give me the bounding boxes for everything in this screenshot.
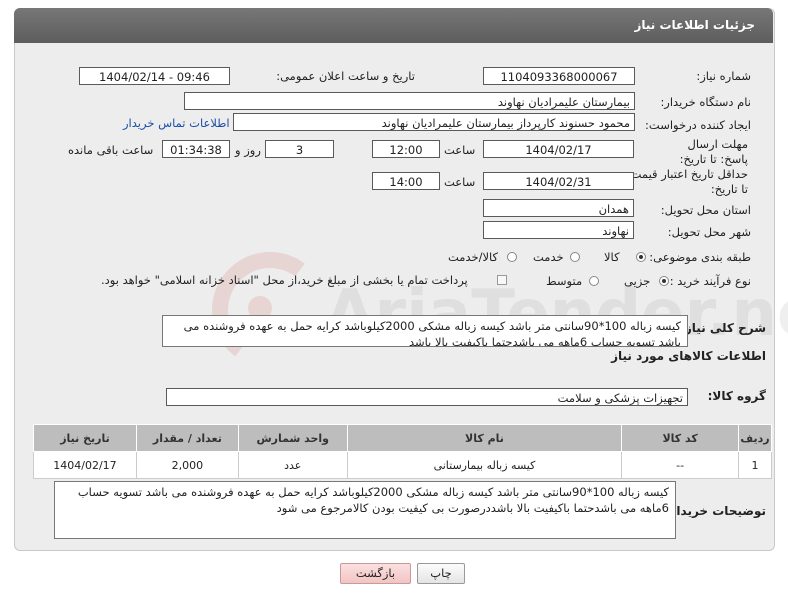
col-unit: واحد شمارش	[237, 424, 348, 452]
need-number-label: شماره نیاز:	[696, 69, 751, 83]
creator-label: ایجاد کننده درخواست:	[645, 118, 751, 132]
col-row: ردیف	[738, 424, 772, 452]
creator-field: محمود حسنوند کارپرداز بیمارستان علیمرادی…	[233, 113, 635, 131]
cell-row: 1	[738, 451, 772, 479]
province-field: همدان	[483, 199, 634, 217]
payment-note: پرداخت تمام یا بخشی از مبلغ خرید،از محل …	[101, 273, 468, 287]
remaining-time-field: 01:34:38	[162, 140, 230, 158]
goods-group-label: گروه کالا:	[707, 389, 766, 403]
deadline-time-field: 12:00	[372, 140, 440, 158]
deadline-time-label: ساعت	[444, 143, 476, 157]
category-radio-goods-service[interactable]	[507, 252, 517, 262]
category-option-goods: کالا	[604, 250, 620, 264]
panel-title: جزئیات اطلاعات نیاز	[634, 18, 755, 32]
announce-field: 1404/02/14 - 09:46	[79, 67, 230, 85]
table-row: 1 -- کیسه زباله بیمارستانی عدد 2,000 140…	[33, 451, 772, 479]
col-code: کد کالا	[621, 424, 740, 452]
validity-time-field: 14:00	[372, 172, 440, 190]
cell-unit: عدد	[237, 451, 348, 479]
cell-code: --	[621, 451, 740, 479]
validity-label: حداقل تاریخ اعتبار قیمت: تا تاریخ:	[626, 167, 748, 196]
city-field: نهاوند	[483, 221, 634, 239]
category-option-service: خدمت	[533, 250, 564, 264]
process-label: نوع فرآیند خرید :	[669, 274, 751, 288]
days-label: روز و	[235, 143, 261, 157]
cell-date: 1404/02/17	[33, 451, 137, 479]
validity-date-field: 1404/02/31	[483, 172, 634, 190]
cell-quantity: 2,000	[135, 451, 239, 479]
col-name: نام کالا	[346, 424, 623, 452]
treasury-checkbox[interactable]	[497, 275, 507, 285]
col-quantity: تعداد / مقدار	[135, 424, 239, 452]
print-button[interactable]: چاپ	[417, 563, 465, 584]
process-radio-partial[interactable]	[659, 276, 669, 286]
panel-header: جزئیات اطلاعات نیاز	[14, 8, 773, 43]
description-textarea[interactable]: کیسه زباله 100*90سانتی متر باشد کیسه زبا…	[162, 315, 688, 347]
table-header-row: ردیف کد کالا نام کالا واحد شمارش تعداد /…	[33, 424, 772, 452]
category-label: طبقه بندی موضوعی:	[649, 250, 751, 264]
category-radio-goods[interactable]	[636, 252, 646, 262]
category-option-goods-service: کالا/خدمت	[448, 250, 499, 264]
province-label: استان محل تحویل:	[660, 203, 751, 217]
goods-section-title: اطلاعات کالاهای مورد نیاز	[611, 349, 766, 363]
back-button[interactable]: بازگشت	[340, 563, 411, 584]
deadline-date-field: 1404/02/17	[483, 140, 634, 158]
buyer-contact-link[interactable]: اطلاعات تماس خریدار	[123, 116, 230, 130]
category-radio-service[interactable]	[570, 252, 580, 262]
buyer-label: نام دستگاه خریدار:	[660, 95, 751, 109]
buyer-notes-textarea[interactable]: کیسه زباله 100*90سانتی متر باشد کیسه زبا…	[54, 481, 676, 539]
col-date: تاریخ نیاز	[33, 424, 137, 452]
days-field: 3	[265, 140, 334, 158]
buyer-notes-label: توضیحات خریدار:	[664, 504, 766, 518]
announce-label: تاریخ و ساعت اعلان عمومی:	[276, 69, 415, 83]
city-label: شهر محل تحویل:	[667, 225, 751, 239]
buyer-field: بیمارستان علیمرادیان نهاوند	[184, 92, 635, 110]
process-option-medium: متوسط	[546, 274, 583, 288]
process-option-partial: جزیی	[624, 274, 651, 288]
need-number-field: 1104093368000067	[483, 67, 635, 85]
goods-group-field: تجهیزات پزشکی و سلامت	[166, 388, 688, 406]
description-label: شرح کلی نیاز:	[680, 321, 766, 335]
validity-time-label: ساعت	[444, 175, 476, 189]
cell-name: کیسه زباله بیمارستانی	[346, 451, 623, 479]
goods-table: ردیف کد کالا نام کالا واحد شمارش تعداد /…	[33, 424, 772, 479]
deadline-label: مهلت ارسال پاسخ: تا تاریخ:	[679, 137, 748, 166]
process-radio-medium[interactable]	[589, 276, 599, 286]
remaining-label: ساعت باقی مانده	[68, 143, 154, 157]
